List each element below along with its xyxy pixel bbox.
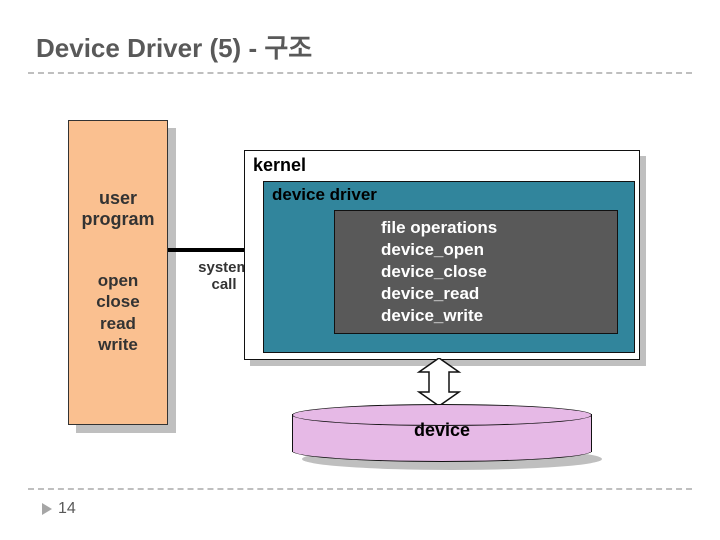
kernel-label: kernel (253, 155, 306, 176)
slide-number: 14 (58, 500, 76, 518)
slide-number-marker: 14 (42, 500, 76, 518)
user-program-operations: open close read write (70, 270, 166, 355)
device-driver-box: device driver file operations device_ope… (263, 181, 635, 353)
device-driver-label: device driver (272, 185, 377, 205)
file-operations-box: file operations device_open device_close… (334, 210, 618, 334)
footer-divider (28, 488, 692, 490)
slide-arrow-icon (42, 503, 52, 515)
kernel-box: kernel device driver file operations dev… (244, 150, 640, 360)
title-divider (28, 72, 692, 74)
file-operations-text: file operations device_open device_close… (345, 217, 607, 327)
slide-title: Device Driver (5) - 구조 (36, 28, 312, 65)
double-arrow-icon (406, 358, 472, 406)
user-program-label: user program (70, 188, 166, 229)
device-label: device (292, 420, 592, 441)
